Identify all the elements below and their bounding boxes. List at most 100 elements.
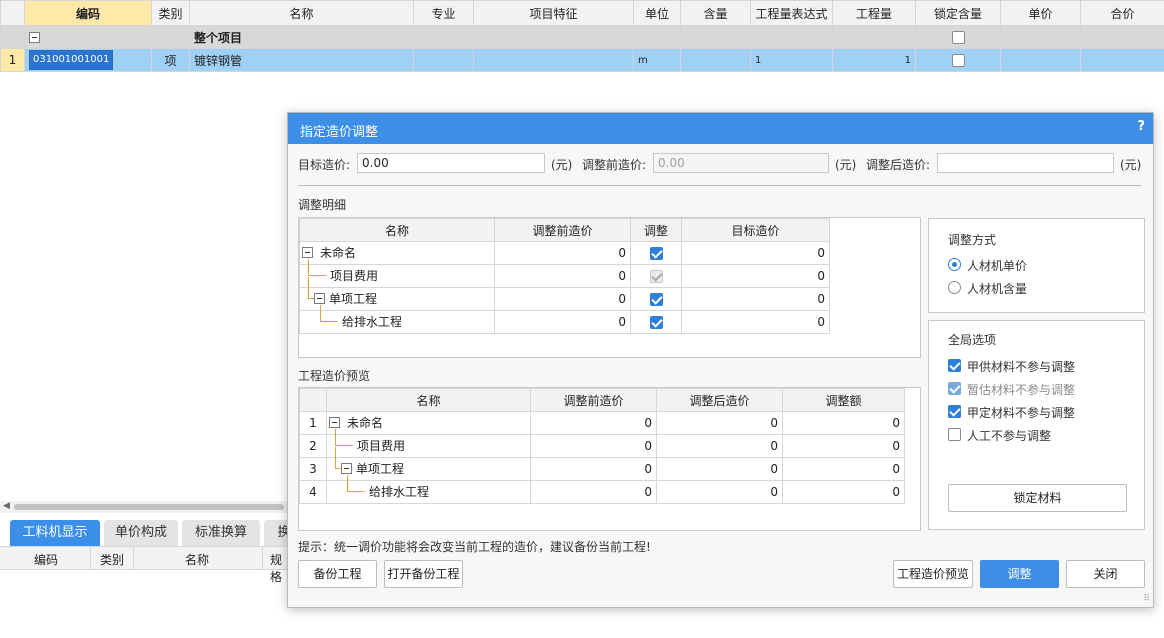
scroll-left-icon[interactable]: ◀ [3,501,10,511]
radio-unit-price[interactable] [948,258,961,271]
detail-target[interactable]: 0 [681,241,830,265]
preview-after: 0 [656,480,783,504]
preview-section-title: 工程造价预览 [298,369,371,383]
option-label[interactable]: 甲定材料不参与调整 [967,404,1075,421]
table-row[interactable]: 项目费用 0 0 [299,259,830,288]
detail-col-before[interactable]: 调整前造价 [494,218,631,242]
adjust-checkbox[interactable] [649,247,663,260]
detail-target[interactable]: 0 [681,310,830,334]
target-price-input[interactable]: 0.00 [357,153,545,173]
code-value[interactable]: 031001001001 [29,50,114,70]
option-label[interactable]: 暂估材料不参与调整 [967,381,1075,398]
open-backup-button[interactable]: 打开备份工程 [384,560,463,588]
backup-project-button[interactable]: 备份工程 [298,560,377,588]
preview-col-diff[interactable]: 调整额 [782,388,905,412]
after-price-input[interactable] [937,153,1114,173]
method-option-label[interactable]: 人材机含量 [967,280,1027,297]
tab-labor-material[interactable]: 工料机显示 [10,520,100,546]
col-header-features[interactable]: 项目特征 [473,0,634,26]
radio-content[interactable] [948,281,961,294]
col-header-quantity[interactable]: 工程量 [832,0,916,26]
detail-col-name[interactable]: 名称 [299,218,495,242]
col-header-expression[interactable]: 工程量表达式 [750,0,833,26]
collapse-icon[interactable] [329,417,340,428]
col-header-unit-price[interactable]: 单价 [1000,0,1081,26]
detail-panel: 名称 调整前造价 调整 目标造价 未命名 0 0 项目费用 0 0 单项工程 0… [298,217,921,358]
code-cell[interactable]: 031001001001 [24,48,152,72]
global-options-title: 全局选项 [948,333,997,347]
table-row[interactable]: 1 031001001001 项 镀锌钢管 m 1 1 [0,48,1164,72]
adjust-button[interactable]: 调整 [980,560,1059,588]
table-row[interactable]: 4 给排水工程 0 0 0 [299,475,905,504]
bottom-col-name[interactable]: 名称 [185,551,209,568]
close-button[interactable]: 关闭 [1066,560,1145,588]
preview-price-button[interactable]: 工程造价预览 [893,560,973,588]
preview-col-name[interactable]: 名称 [326,388,531,412]
lock-content-checkbox[interactable] [951,31,965,44]
lock-content-checkbox[interactable] [951,54,965,67]
adjust-checkbox[interactable] [649,316,663,329]
before-price-input[interactable]: 0.00 [653,153,829,173]
dialog-title: 指定造价调整 [300,125,379,140]
resize-grip-icon[interactable]: ⠿ [1143,594,1150,604]
col-header-specialty[interactable]: 专业 [413,0,474,26]
table-row[interactable]: 给排水工程 0 0 [299,305,830,334]
table-row[interactable]: 单项工程 0 0 [299,277,830,311]
preview-diff: 0 [782,480,905,504]
table-row[interactable]: 未命名 0 0 [299,241,830,265]
col-header-content[interactable]: 含量 [680,0,751,26]
global-options-box: 全局选项 甲供材料不参与调整 暂估材料不参与调整 甲定材料不参与调整 人工不参与… [928,320,1145,530]
preview-panel: 名称 调整前造价 调整后造价 调整额 1 未命名 0 0 0 2 项目费用 0 [298,387,921,531]
col-header-total[interactable]: 合价 [1080,0,1164,26]
detail-col-adjust[interactable]: 调整 [630,218,682,242]
adjust-checkbox[interactable] [649,293,663,306]
detail-target[interactable]: 0 [681,264,830,288]
preview-name: 单项工程 [356,462,405,476]
detail-target[interactable]: 0 [681,287,830,311]
lock-material-button[interactable]: 锁定材料 [948,484,1127,512]
detail-name: 给排水工程 [342,315,403,329]
row-index: 3 [299,457,327,481]
divider [298,185,1141,186]
before-unit-label: (元) [835,158,857,172]
table-row[interactable]: 3 单项工程 0 0 0 [299,447,905,481]
group-name: 整个项目 [189,25,414,49]
table-row-group[interactable]: 整个项目 [0,25,1164,49]
option-checkbox[interactable] [948,382,961,395]
preview-name: 项目费用 [357,439,406,453]
tab-standard-conversion[interactable]: 标准换算 [182,520,260,546]
collapse-icon-cell[interactable] [24,25,152,49]
dialog-titlebar[interactable]: 指定造价调整 ? [288,113,1153,144]
bottom-col-type[interactable]: 类别 [100,551,124,568]
collapse-icon[interactable] [29,32,40,43]
detail-before: 0 [494,241,631,265]
col-header-code[interactable]: 编码 [24,0,152,26]
help-icon[interactable]: ? [1137,119,1145,134]
detail-col-target[interactable]: 目标造价 [681,218,830,242]
detail-header: 名称 调整前造价 调整 目标造价 [299,218,830,242]
scrollbar-thumb[interactable] [14,504,284,510]
collapse-icon[interactable] [341,463,352,474]
col-header-unit[interactable]: 单位 [633,0,681,26]
option-checkbox[interactable] [948,405,961,418]
option-checkbox[interactable] [948,428,961,441]
preview-col-before[interactable]: 调整前造价 [530,388,657,412]
tab-price-composition[interactable]: 单价构成 [104,520,178,546]
horizontal-scrollbar[interactable]: ◀ [0,501,290,513]
col-header-name[interactable]: 名称 [189,0,414,26]
table-row[interactable]: 2 项目费用 0 0 0 [299,429,905,458]
option-label[interactable]: 甲供材料不参与调整 [967,358,1075,375]
bottom-col-code[interactable]: 编码 [34,551,58,568]
adjust-checkbox[interactable] [649,270,663,283]
col-header-lock-content[interactable]: 锁定含量 [915,0,1001,26]
method-option-label[interactable]: 人材机单价 [967,257,1027,274]
table-row[interactable]: 1 未命名 0 0 0 [299,411,905,435]
option-label[interactable]: 人工不参与调整 [967,427,1051,444]
option-checkbox[interactable] [948,359,961,372]
col-header-type[interactable]: 类别 [151,0,190,26]
quantity-cell: 1 [832,48,916,72]
collapse-icon[interactable] [314,293,325,304]
preview-name: 给排水工程 [369,485,430,499]
collapse-icon[interactable] [302,247,313,258]
preview-col-after[interactable]: 调整后造价 [656,388,783,412]
